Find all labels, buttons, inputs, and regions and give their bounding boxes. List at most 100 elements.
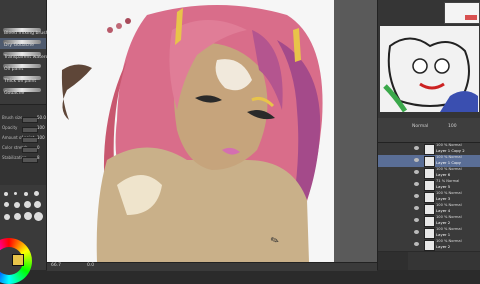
brush-item[interactable]: Transparent watercolor [0, 50, 57, 61]
eye-icon[interactable] [414, 182, 419, 186]
layer-name: Layer 1 Copy 2 [436, 148, 465, 153]
layer-row[interactable]: 71 % Normal Layer 5 [378, 179, 480, 192]
eye-icon[interactable] [414, 194, 419, 198]
brush-item[interactable]: Thick oil paint [0, 74, 46, 85]
layer-mode: 100 % Normal [436, 191, 462, 195]
property-amount-of-paint[interactable]: Amount of paint 100 [2, 135, 45, 143]
brush-label: Dry Gouache [4, 43, 34, 48]
property-opacity[interactable]: Opacity 100 [2, 125, 45, 133]
clip-studio-window: Bleed mixing brush Dry Gouache Transpare… [0, 0, 480, 284]
layer-row[interactable]: 100 % Normal Layer 6 [378, 167, 480, 180]
layer-thumbnail [424, 204, 435, 215]
property-brush-size[interactable]: Brush size 50.0 [2, 115, 46, 123]
property-color-stretch[interactable]: Color stretch 0 [2, 145, 44, 153]
property-value: 100 [37, 125, 45, 130]
layer-thumbnail [424, 192, 435, 203]
property-slider[interactable] [22, 147, 38, 153]
painting: ✎ [47, 0, 377, 262]
size-preset[interactable] [14, 202, 20, 208]
layer-name: Layer 1 Copy [436, 160, 462, 165]
layer-row[interactable]: 100 % Normal Layer 3 [378, 191, 480, 204]
canvas[interactable]: ✎ [47, 0, 377, 262]
size-preset[interactable] [4, 214, 10, 220]
brush-label: Thick oil paint [4, 79, 37, 84]
size-preset[interactable] [34, 212, 43, 221]
layer-mode: 100 % Normal [436, 239, 462, 243]
layer-row[interactable]: 100 % Normal Layer 2 [378, 215, 480, 228]
brush-label: Bleed mixing brush [4, 31, 49, 36]
angle-value[interactable]: 0.0 [87, 263, 94, 268]
main-color-swatch[interactable] [12, 254, 24, 266]
layer-thumbnail [424, 180, 435, 191]
layer-row[interactable]: 100 % Normal Layer 1 [378, 227, 480, 240]
layer-name: Layer 1 [436, 232, 451, 237]
layer-thumbnail [424, 168, 435, 179]
layer-name: Layer 6 [436, 172, 451, 177]
size-preset[interactable] [14, 192, 17, 195]
left-panel: Bleed mixing brush Dry Gouache Transpare… [0, 0, 57, 284]
layer-name: Layer 2 [436, 244, 451, 249]
layer-thumbnail [424, 216, 435, 227]
navigator-panel[interactable] [380, 26, 479, 112]
size-preset[interactable] [14, 213, 21, 220]
size-preset[interactable] [34, 201, 41, 208]
property-slider[interactable] [22, 127, 38, 133]
brush-item[interactable]: Oil paint [0, 62, 46, 73]
tool-property-panel: Brush size 50.0 Opacity 100 Amount of pa… [0, 104, 46, 185]
size-preset[interactable] [24, 212, 32, 220]
zoom-value[interactable]: 66.7 [51, 263, 61, 268]
layer-mode: 100 % Normal [436, 143, 462, 147]
layer-name: Layer 2 [436, 220, 451, 225]
layer-panel-header: Normal 100 [378, 118, 480, 143]
layer-mode: 100 % Normal [436, 203, 462, 207]
eye-icon[interactable] [414, 206, 419, 210]
layer-row[interactable]: 100 % Normal Layer 4 [378, 203, 480, 216]
eye-icon[interactable] [414, 170, 419, 174]
eye-icon[interactable] [414, 242, 419, 246]
layer-thumbnail [424, 144, 435, 155]
eye-icon[interactable] [414, 146, 419, 150]
layer-name: Layer 5 [436, 184, 451, 189]
blend-mode-select[interactable]: Normal [412, 124, 428, 129]
layer-mode: 100 % Normal [436, 155, 462, 159]
layer-name: Layer 4 [436, 208, 451, 213]
layer-thumbnail [424, 228, 435, 239]
navigator-preview [380, 26, 479, 112]
layer-name: Layer 3 [436, 196, 451, 201]
layer-mode: 100 % Normal [436, 227, 462, 231]
layer-opacity-value[interactable]: 100 [448, 124, 457, 129]
property-slider[interactable] [22, 117, 38, 123]
brush-size-presets [2, 188, 44, 236]
brush-label: Oil paint [4, 67, 24, 72]
size-preset[interactable] [34, 191, 39, 196]
size-preset[interactable] [24, 201, 31, 208]
brush-item[interactable]: Bleed mixing brush [0, 26, 49, 37]
layer-row[interactable]: 100 % Normal Layer 1 Copy 2 [378, 143, 480, 156]
property-label: Opacity [2, 125, 18, 130]
brush-label: Gouache [4, 91, 25, 96]
property-value: 0 [37, 145, 40, 150]
property-value: 8 [37, 155, 40, 160]
eye-icon[interactable] [414, 218, 419, 222]
size-preset[interactable] [24, 192, 28, 196]
layer-thumbnail [424, 156, 435, 167]
layer-row-selected[interactable]: 100 % Normal Layer 1 Copy [378, 155, 480, 168]
layer-thumbnail [424, 240, 435, 251]
sub-view-thumbnail[interactable] [444, 2, 480, 24]
eye-icon[interactable] [414, 230, 419, 234]
eye-icon[interactable] [414, 158, 419, 162]
layer-row[interactable]: 100 % Normal Layer 2 [378, 239, 480, 252]
right-panel: Normal 100 100 % Normal Layer 1 Copy 2 1… [377, 0, 480, 270]
property-value: 50.0 [37, 115, 46, 120]
property-slider[interactable] [22, 137, 38, 143]
thumbnail-art [445, 3, 479, 23]
property-label: Brush size [2, 115, 23, 120]
brush-item[interactable]: Dry Gouache [0, 38, 46, 49]
property-slider[interactable] [22, 157, 38, 163]
property-stabilization[interactable]: Stabilization 8 [2, 155, 44, 163]
property-value: 100 [37, 135, 45, 140]
size-preset[interactable] [4, 202, 9, 207]
layer-mode: 100 % Normal [436, 167, 462, 171]
brush-item[interactable]: Gouache [0, 86, 46, 97]
size-preset[interactable] [4, 192, 8, 196]
